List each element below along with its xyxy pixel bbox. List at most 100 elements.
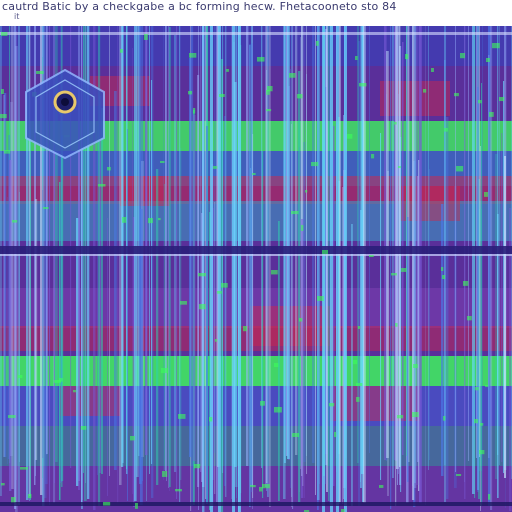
vertical-streak: [412, 26, 415, 500]
green-speck: [444, 128, 448, 132]
green-speck: [160, 161, 165, 164]
green-speck: [162, 471, 168, 477]
divider-line: [0, 502, 512, 506]
green-speck: [98, 184, 106, 187]
vertical-streak: [326, 26, 328, 492]
green-speck: [359, 83, 367, 87]
vertical-streak: [315, 26, 316, 495]
vertical-streak: [446, 117, 449, 499]
vertical-streak: [477, 87, 480, 492]
green-speck: [398, 166, 401, 169]
vertical-streak: [35, 199, 38, 460]
green-speck: [135, 503, 138, 509]
vertical-streak: [114, 91, 117, 470]
vertical-streak: [479, 26, 480, 457]
glitch-panel: [0, 26, 512, 512]
vertical-streak: [472, 26, 475, 494]
vertical-streak: [476, 26, 478, 458]
green-speck: [130, 436, 135, 441]
vertical-streak: [369, 26, 370, 453]
red-blotch: [60, 386, 120, 416]
vertical-streak: [176, 26, 178, 499]
green-speck: [209, 417, 213, 422]
vertical-streak: [301, 219, 304, 498]
cyan-column: [210, 26, 213, 512]
green-speck: [467, 316, 472, 321]
green-speck: [259, 487, 263, 492]
green-speck: [1, 89, 4, 95]
green-speck: [262, 484, 270, 489]
vertical-streak: [468, 26, 470, 461]
vertical-streak: [134, 26, 137, 501]
cyan-column: [232, 26, 235, 512]
green-speck: [103, 502, 111, 506]
green-speck: [316, 41, 319, 46]
vertical-streak: [3, 95, 5, 457]
vertical-streak: [97, 126, 98, 475]
green-speck: [274, 363, 279, 367]
vertical-streak: [284, 26, 286, 463]
green-speck: [54, 380, 62, 383]
vertical-streak: [419, 26, 422, 503]
vertical-streak: [290, 69, 291, 488]
green-speck: [8, 415, 16, 419]
vertical-streak: [127, 129, 128, 501]
green-speck: [161, 368, 168, 374]
vertical-streak: [179, 26, 181, 502]
green-speck: [371, 154, 375, 159]
green-speck: [1, 483, 5, 486]
green-speck: [391, 273, 397, 276]
vertical-streak: [14, 26, 17, 509]
green-speck: [198, 273, 206, 277]
green-speck: [180, 301, 187, 305]
green-speck: [178, 414, 186, 419]
vertical-streak: [482, 26, 483, 504]
green-speck: [144, 34, 148, 40]
green-speck: [266, 90, 270, 95]
green-speck: [4, 150, 11, 154]
green-speck: [405, 54, 409, 60]
vertical-streak: [358, 41, 361, 506]
green-speck: [189, 53, 197, 58]
divider-line: [0, 254, 512, 256]
hexagon-ring-icon: [25, 68, 105, 160]
green-speck: [479, 450, 485, 455]
green-speck: [226, 69, 229, 72]
green-speck: [266, 109, 272, 112]
green-speck: [355, 56, 358, 61]
vertical-streak: [81, 148, 83, 509]
vertical-streak: [191, 26, 194, 506]
green-speck: [148, 218, 153, 224]
vertical-streak: [441, 204, 444, 476]
green-speck: [397, 415, 404, 419]
green-speck: [460, 53, 465, 59]
green-speck: [215, 339, 218, 342]
vertical-streak: [10, 102, 13, 456]
green-speck: [20, 467, 28, 470]
vertical-streak: [490, 26, 493, 510]
green-speck: [194, 464, 201, 469]
vertical-streak: [429, 169, 430, 460]
green-speck: [401, 268, 407, 272]
green-speck: [73, 390, 77, 393]
green-speck: [442, 275, 446, 280]
vertical-streak: [351, 224, 353, 506]
vertical-streak: [497, 214, 499, 498]
green-speck: [221, 283, 228, 288]
vertical-streak: [122, 26, 124, 463]
green-speck: [412, 412, 419, 418]
vertical-streak: [481, 83, 482, 506]
vertical-streak: [156, 169, 159, 485]
green-speck: [480, 423, 484, 426]
vertical-streak: [59, 182, 61, 500]
vertical-streak: [317, 26, 320, 500]
green-speck: [394, 122, 397, 125]
vertical-streak: [325, 87, 327, 484]
vertical-streak: [501, 133, 503, 462]
vertical-streak: [395, 26, 397, 506]
green-speck: [356, 383, 363, 387]
green-speck: [291, 211, 299, 215]
vertical-streak: [206, 126, 208, 504]
title-bar: cautrd Batic by a checkgabe a bc forming…: [0, 0, 512, 26]
vertical-streak: [249, 44, 252, 507]
